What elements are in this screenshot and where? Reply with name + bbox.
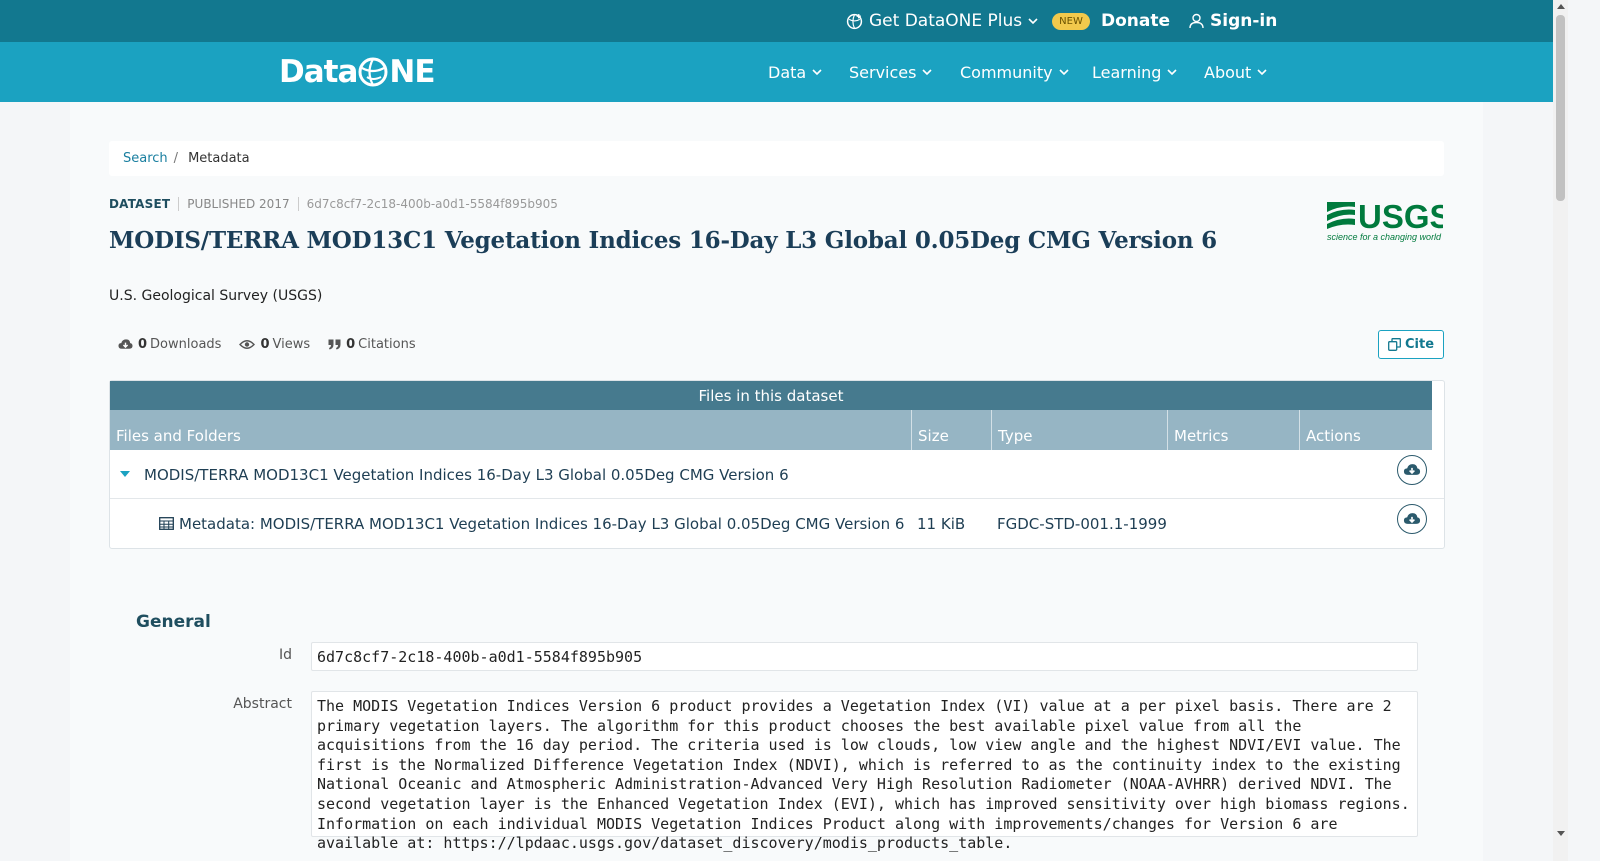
scroll-up-arrow-icon[interactable] (1557, 4, 1565, 9)
views-metric[interactable]: 0 Views (239, 337, 310, 352)
download-folder-button[interactable] (1397, 455, 1427, 485)
usgs-logo-text: USGS (1358, 198, 1443, 235)
dataset-organization: U.S. Geological Survey (USGS) (109, 288, 323, 304)
nav-label: Community (960, 62, 1053, 82)
views-label: Views (272, 336, 311, 352)
nav-item-services[interactable]: Services (849, 42, 933, 102)
downloads-count: 0 (138, 336, 148, 352)
citations-metric[interactable]: 0 Citations (328, 336, 416, 352)
main-navigation: Data NE Data Services Community Learning… (0, 42, 1553, 102)
cloud-download-icon (118, 338, 133, 349)
file-row[interactable]: Metadata: MODIS/TERRA MOD13C1 Vegetation… (110, 499, 1444, 548)
cloud-download-icon (1403, 464, 1421, 475)
user-icon (1189, 13, 1204, 29)
column-header-size[interactable]: Size (912, 410, 992, 450)
file-type: FGDC-STD-001.1-1999 (997, 514, 1167, 533)
column-header-actions[interactable]: Actions (1300, 410, 1432, 450)
cite-label: Cite (1404, 337, 1435, 352)
usgs-tagline: science for a changing world (1327, 232, 1442, 242)
nav-item-learning[interactable]: Learning (1092, 42, 1178, 102)
top-utility-bar: Get DataONE Plus NEW Donate Sign-in (0, 0, 1553, 42)
files-table-header: Files and Folders Size Type Metrics Acti… (110, 410, 1432, 450)
dataset-title: MODIS/TERRA MOD13C1 Vegetation Indices 1… (109, 227, 1217, 254)
dataset-type-label: DATASET (109, 197, 171, 211)
file-name-link[interactable]: Metadata: MODIS/TERRA MOD13C1 Vegetation… (179, 499, 904, 548)
column-header-metrics[interactable]: Metrics (1168, 410, 1300, 450)
chevron-down-icon (1028, 17, 1038, 24)
caret-down-icon[interactable] (120, 450, 130, 499)
folder-row[interactable]: MODIS/TERRA MOD13C1 Vegetation Indices 1… (110, 450, 1444, 499)
scrollbar-thumb[interactable] (1556, 15, 1565, 201)
folder-name[interactable]: MODIS/TERRA MOD13C1 Vegetation Indices 1… (144, 450, 789, 499)
column-header-files[interactable]: Files and Folders (110, 410, 912, 450)
published-label: PUBLISHED 2017 (187, 197, 290, 211)
abstract-label: Abstract (233, 696, 292, 712)
chevron-down-icon (812, 68, 822, 75)
chevron-down-icon (1257, 68, 1267, 75)
sign-in-link[interactable]: Sign-in (1189, 0, 1277, 42)
divider (178, 197, 180, 211)
download-file-button[interactable] (1397, 504, 1427, 534)
files-table: Files in this dataset Files and Folders … (109, 380, 1445, 549)
views-count: 0 (260, 336, 270, 352)
donate-link[interactable]: Donate (1101, 0, 1170, 42)
file-size: 11 KiB (917, 514, 966, 533)
metrics-bar: 0 Downloads 0 Views 0 Citations (118, 335, 434, 353)
breadcrumb-search-link[interactable]: Search (123, 151, 168, 166)
id-label: Id (278, 647, 292, 663)
breadcrumb-separator: / (173, 151, 179, 166)
breadcrumb: Search / Metadata (109, 141, 1444, 176)
column-header-type[interactable]: Type (992, 410, 1168, 450)
logo-text-ne: NE (389, 54, 435, 90)
sign-in-label: Sign-in (1210, 11, 1278, 31)
cloud-download-icon (1403, 513, 1421, 524)
copy-icon (1388, 338, 1401, 351)
files-table-caption: Files in this dataset (110, 381, 1432, 410)
chevron-down-icon (922, 68, 933, 75)
divider (297, 197, 299, 211)
abstract-value[interactable]: The MODIS Vegetation Indices Version 6 p… (311, 691, 1418, 852)
citations-label: Citations (358, 336, 416, 352)
logo-text-data: Data (279, 54, 358, 90)
dataone-logo[interactable]: Data NE (279, 52, 436, 92)
quote-icon (328, 339, 341, 349)
general-section-heading: General (136, 612, 211, 632)
id-value[interactable]: 6d7c8cf7-2c18-400b-a0d1-5584f895b905 (311, 642, 1418, 671)
citations-count: 0 (346, 336, 356, 352)
dataset-meta-line: DATASET PUBLISHED 2017 6d7c8cf7-2c18-400… (109, 196, 558, 212)
get-dataone-plus-menu[interactable]: Get DataONE Plus NEW (846, 0, 1090, 42)
nav-item-data[interactable]: Data (768, 42, 822, 102)
nav-label: Learning (1092, 62, 1162, 82)
nav-label: Data (768, 62, 807, 82)
globe-plus-icon (846, 13, 863, 29)
table-icon (159, 499, 174, 548)
page-scrollbar[interactable] (1553, 0, 1568, 861)
downloads-label: Downloads (150, 336, 222, 352)
breadcrumb-current: Metadata (188, 151, 250, 166)
nav-item-community[interactable]: Community (960, 42, 1069, 102)
nav-label: About (1204, 62, 1252, 82)
downloads-metric[interactable]: 0 Downloads (118, 337, 221, 352)
eye-icon (239, 339, 256, 349)
dataset-identifier: 6d7c8cf7-2c18-400b-a0d1-5584f895b905 (306, 197, 558, 211)
nav-item-about[interactable]: About (1204, 42, 1267, 102)
scroll-down-arrow-icon[interactable] (1557, 831, 1565, 836)
usgs-logo: USGS science for a changing world (1327, 198, 1443, 242)
new-badge: NEW (1052, 12, 1090, 30)
nav-label: Services (849, 62, 917, 82)
chevron-down-icon (1059, 68, 1069, 75)
cite-button[interactable]: Cite (1378, 330, 1444, 359)
globe-icon (358, 57, 388, 87)
chevron-down-icon (1167, 68, 1178, 75)
get-dataone-plus-label: Get DataONE Plus (869, 11, 1023, 31)
